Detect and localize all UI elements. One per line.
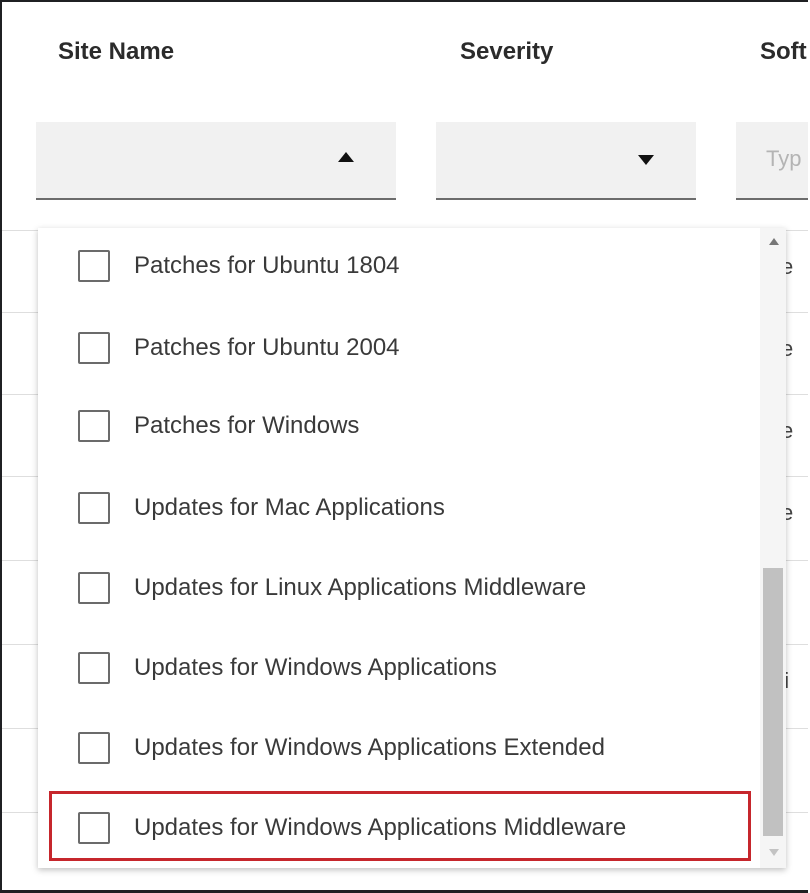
option-label: Updates for Windows Applications Extende… [134,734,605,761]
software-filter-placeholder: Typ [766,146,802,171]
column-header-site-name[interactable]: Site Name [58,38,174,66]
dropdown-option[interactable]: Updates for Mac Applications [38,470,758,550]
scrollbar-thumb[interactable] [763,568,783,836]
option-checkbox[interactable] [78,250,110,282]
scroll-up-arrow-icon[interactable] [769,238,779,245]
site-filter-panel: Site Name Severity Soft Typ ce ce ce ce … [0,0,808,893]
option-label: Updates for Mac Applications [134,494,445,521]
option-checkbox[interactable] [78,492,110,524]
option-label: Updates for Linux Applications Middlewar… [134,574,587,601]
option-checkbox[interactable] [78,732,110,764]
option-label: Patches for Windows [134,412,360,439]
option-label: Updates for Windows Applications [134,654,497,681]
column-header-software[interactable]: Soft [760,38,807,66]
dropdown-option-highlighted[interactable]: Updates for Windows Applications Middlew… [38,790,758,868]
software-filter-input[interactable]: Typ [736,122,808,200]
option-checkbox[interactable] [78,332,110,364]
dropdown-option[interactable]: Patches for Windows [38,388,758,468]
option-label: Patches for Ubuntu 2004 [134,334,400,361]
chevron-up-icon [338,152,354,162]
dropdown-option[interactable]: Patches for Ubuntu 2004 [38,310,758,390]
scroll-down-arrow-icon[interactable] [769,849,779,856]
site-name-dropdown-list[interactable]: Patches for Ubuntu 1804 Patches for Ubun… [38,228,786,868]
chevron-down-icon [638,155,654,165]
dropdown-scrollbar[interactable] [760,228,786,868]
dropdown-option[interactable]: Updates for Windows Applications [38,630,758,710]
dropdown-option[interactable]: Updates for Linux Applications Middlewar… [38,550,758,630]
dropdown-option[interactable]: Updates for Windows Applications Extende… [38,710,758,790]
site-name-filter-select[interactable] [36,122,396,200]
option-checkbox[interactable] [78,652,110,684]
dropdown-option[interactable]: Patches for Ubuntu 1804 [38,228,758,308]
option-label: Patches for Ubuntu 1804 [134,252,400,279]
option-checkbox[interactable] [78,812,110,844]
option-checkbox[interactable] [78,572,110,604]
option-checkbox[interactable] [78,410,110,442]
severity-filter-select[interactable] [436,122,696,200]
column-header-severity[interactable]: Severity [460,38,553,66]
option-label: Updates for Windows Applications Middlew… [134,814,627,841]
